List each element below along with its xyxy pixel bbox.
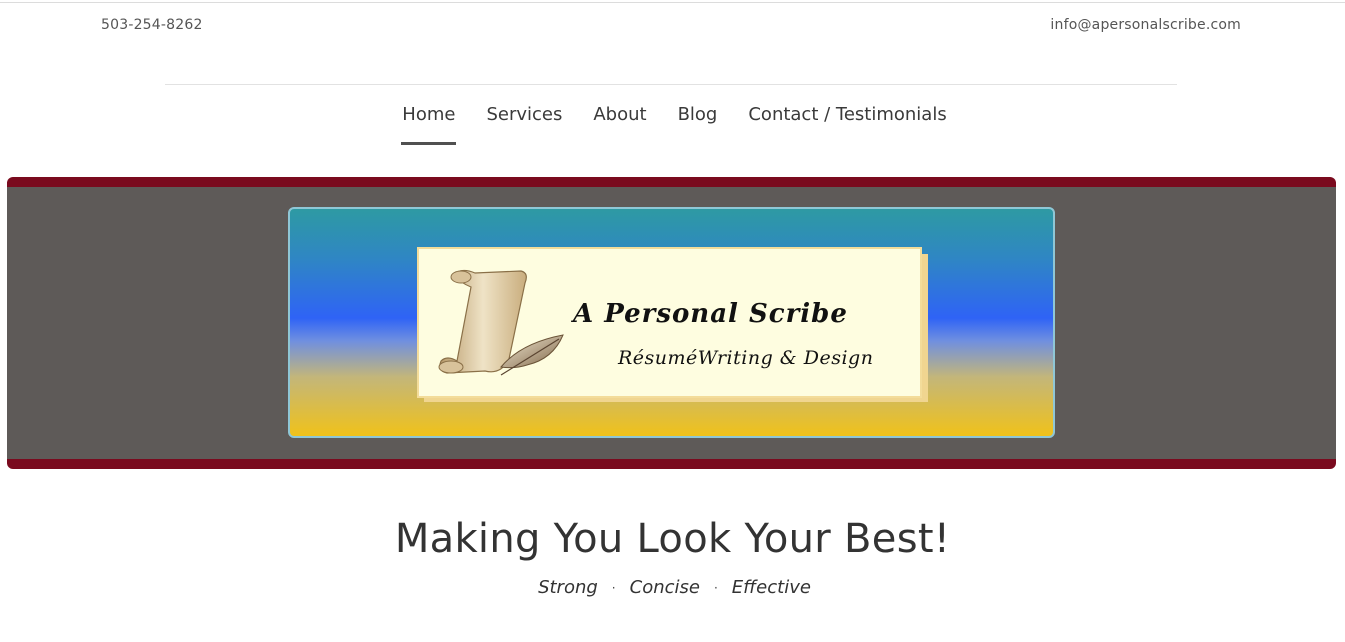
tagline: Strong · Concise · Effective bbox=[0, 577, 1345, 598]
logo-card: A Personal Scribe RésuméWriting & Design bbox=[417, 247, 922, 398]
nav-item-services[interactable]: Services bbox=[486, 104, 562, 145]
nav-item-home[interactable]: Home bbox=[401, 104, 457, 145]
nav-item-contact-testimonials[interactable]: Contact / Testimonials bbox=[748, 104, 946, 145]
hero-banner: A Personal Scribe RésuméWriting & Design bbox=[7, 177, 1336, 469]
tagline-separator: · bbox=[611, 580, 616, 595]
top-divider bbox=[0, 2, 1345, 3]
tagline-separator: · bbox=[713, 580, 718, 595]
scroll-quill-icon bbox=[438, 269, 564, 376]
logo-banner: A Personal Scribe RésuméWriting & Design bbox=[288, 207, 1055, 438]
logo-subtitle: RésuméWriting & Design bbox=[618, 347, 874, 369]
logo-title: A Personal Scribe bbox=[573, 299, 848, 329]
main-nav: Home Services About Blog Contact / Testi… bbox=[0, 104, 1345, 145]
nav-item-about[interactable]: About bbox=[593, 104, 646, 145]
tagline-item-strong: Strong bbox=[538, 577, 598, 598]
phone-link[interactable]: 503-254-8262 bbox=[101, 17, 203, 33]
email-link[interactable]: info@apersonalscribe.com bbox=[1050, 17, 1241, 33]
nav-item-blog[interactable]: Blog bbox=[678, 104, 718, 145]
tagline-item-concise: Concise bbox=[629, 577, 700, 598]
tagline-item-effective: Effective bbox=[731, 577, 811, 598]
page-headline: Making You Look Your Best! bbox=[394, 516, 951, 562]
nav-divider bbox=[165, 84, 1177, 85]
